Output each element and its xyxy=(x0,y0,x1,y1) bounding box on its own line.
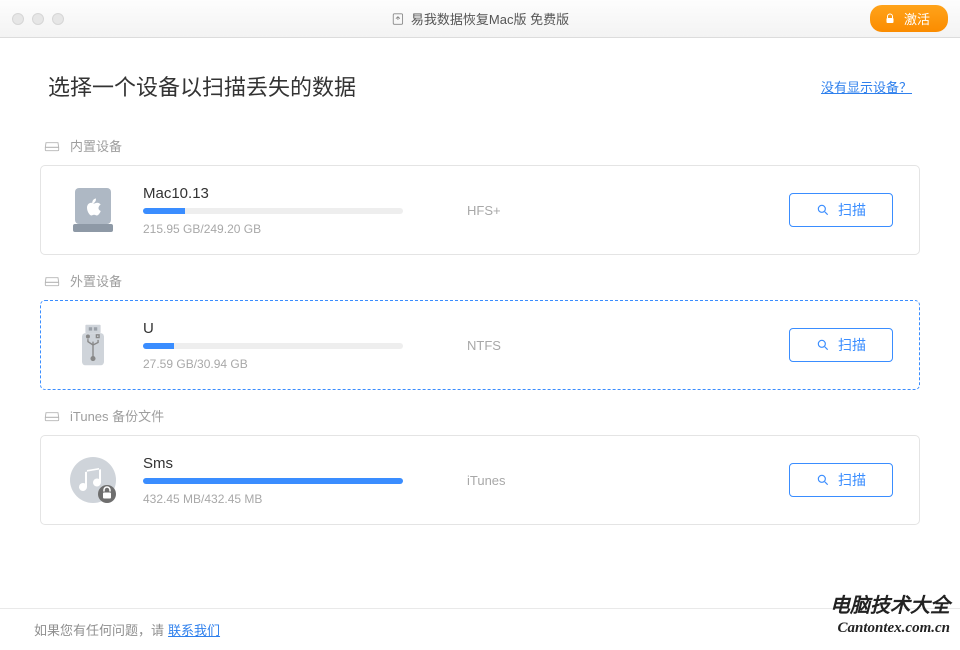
activate-button[interactable]: 激活 xyxy=(870,5,948,32)
device-info: Sms 432.45 MB/432.45 MB xyxy=(143,455,403,506)
usage-fill xyxy=(143,208,185,214)
device-card-itunes[interactable]: Sms 432.45 MB/432.45 MB iTunes 扫描 xyxy=(40,435,920,525)
hard-drive-icon xyxy=(67,184,119,236)
activate-label: 激活 xyxy=(904,9,930,28)
section-header-internal: 内置设备 xyxy=(44,136,916,155)
minimize-dot[interactable] xyxy=(32,13,44,25)
no-device-link[interactable]: 没有显示设备？ xyxy=(821,77,912,96)
usage-bar xyxy=(143,208,403,214)
watermark-line2: Cantontex.com.cn xyxy=(830,619,950,638)
app-title: 易我数据恢复Mac版 免费版 xyxy=(391,9,569,28)
device-info: U 27.59 GB/30.94 GB xyxy=(143,320,403,371)
scan-button[interactable]: 扫描 xyxy=(789,193,893,227)
device-size: 215.95 GB/249.20 GB xyxy=(143,222,403,236)
watermark-line1: 电脑技术大全 xyxy=(830,594,950,619)
contact-us-link[interactable]: 联系我们 xyxy=(168,620,220,639)
scan-label: 扫描 xyxy=(838,335,866,355)
device-card-internal[interactable]: Mac10.13 215.95 GB/249.20 GB HFS+ 扫描 xyxy=(40,165,920,255)
section-label: iTunes 备份文件 xyxy=(70,406,164,425)
search-icon xyxy=(816,203,830,217)
device-card-external[interactable]: U 27.59 GB/30.94 GB NTFS 扫描 xyxy=(40,300,920,390)
usb-drive-icon xyxy=(67,319,119,371)
scan-button[interactable]: 扫描 xyxy=(789,463,893,497)
close-dot[interactable] xyxy=(12,13,24,25)
scan-label: 扫描 xyxy=(838,200,866,220)
app-title-text: 易我数据恢复Mac版 免费版 xyxy=(411,9,569,28)
itunes-backup-icon xyxy=(67,454,119,506)
usage-bar xyxy=(143,478,403,484)
usage-bar xyxy=(143,343,403,349)
device-filesystem: HFS+ xyxy=(427,203,765,218)
footer: 如果您有任何问题，请 联系我们 xyxy=(0,608,960,650)
drive-icon xyxy=(44,409,60,423)
section-label: 内置设备 xyxy=(70,136,122,155)
device-name: U xyxy=(143,320,403,337)
window-controls xyxy=(12,13,64,25)
footer-help-text: 如果您有任何问题，请 xyxy=(34,620,164,639)
drive-icon xyxy=(44,139,60,153)
device-filesystem: NTFS xyxy=(427,338,765,353)
lock-icon xyxy=(884,13,896,25)
section-header-itunes: iTunes 备份文件 xyxy=(44,406,916,425)
drive-icon xyxy=(44,274,60,288)
watermark: 电脑技术大全 Cantontex.com.cn xyxy=(830,594,950,638)
device-size: 27.59 GB/30.94 GB xyxy=(143,357,403,371)
device-size: 432.45 MB/432.45 MB xyxy=(143,492,403,506)
zoom-dot[interactable] xyxy=(52,13,64,25)
content: 内置设备 Mac10.13 215.95 GB/249.20 GB HFS+ 扫… xyxy=(0,136,960,525)
search-icon xyxy=(816,338,830,352)
section-label: 外置设备 xyxy=(70,271,122,290)
page-title: 选择一个设备以扫描丢失的数据 xyxy=(48,70,356,102)
scan-button[interactable]: 扫描 xyxy=(789,328,893,362)
section-header-external: 外置设备 xyxy=(44,271,916,290)
usage-fill xyxy=(143,478,403,484)
recover-icon xyxy=(391,12,405,26)
device-filesystem: iTunes xyxy=(427,473,765,488)
device-name: Mac10.13 xyxy=(143,185,403,202)
title-bar: 易我数据恢复Mac版 免费版 激活 xyxy=(0,0,960,38)
device-name: Sms xyxy=(143,455,403,472)
device-info: Mac10.13 215.95 GB/249.20 GB xyxy=(143,185,403,236)
scan-label: 扫描 xyxy=(838,470,866,490)
header-row: 选择一个设备以扫描丢失的数据 没有显示设备？ xyxy=(0,38,960,120)
search-icon xyxy=(816,473,830,487)
usage-fill xyxy=(143,343,174,349)
